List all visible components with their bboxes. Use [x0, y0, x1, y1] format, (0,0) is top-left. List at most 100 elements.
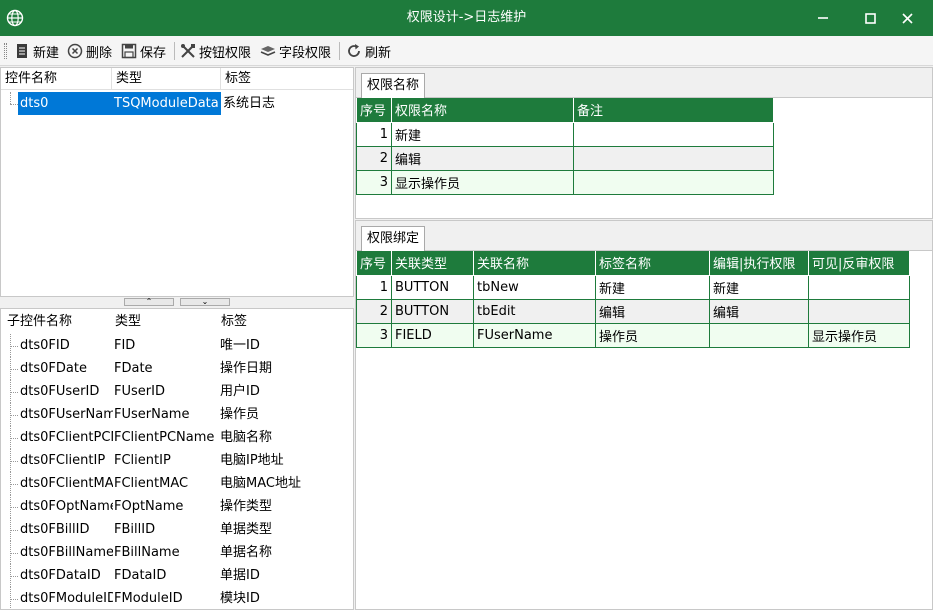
permission-name-tabstrip: 权限名称 — [356, 68, 932, 98]
column-header-remark[interactable]: 备注 — [573, 98, 774, 123]
child-cell-name: dts0FModuleID — [20, 591, 113, 606]
table-row[interactable]: 2 BUTTON tbEdit 编辑 编辑 — [356, 298, 910, 324]
cell-remark[interactable] — [573, 145, 774, 171]
child-cell-name: dts0FUserID — [20, 384, 100, 399]
column-header-no[interactable]: 序号 — [356, 251, 392, 276]
close-button[interactable] — [885, 0, 929, 36]
title-bar: 权限设计->日志维护 — [0, 0, 933, 36]
column-header-no[interactable]: 序号 — [356, 98, 392, 123]
column-header-link-type[interactable]: 关联类型 — [391, 251, 474, 276]
splitter-down-arrow-icon[interactable]: ⌄ — [180, 298, 230, 306]
child-cell-type: FUserID — [114, 384, 165, 399]
cell-no: 2 — [356, 298, 392, 324]
new-button[interactable]: 新建 — [14, 40, 59, 62]
list-item[interactable]: dts0FUserID FUserID 用户ID — [1, 380, 353, 403]
cell-link-name[interactable]: tbNew — [473, 274, 596, 300]
column-header-child-name[interactable]: 子控件名称 — [3, 309, 111, 335]
cell-edit-exec[interactable]: 编辑 — [709, 298, 809, 324]
column-header-label[interactable]: 标签 — [221, 68, 355, 90]
cell-edit-exec[interactable]: 新建 — [709, 274, 809, 300]
column-header-control-name[interactable]: 控件名称 — [1, 68, 112, 90]
table-row[interactable]: 2 编辑 — [356, 145, 774, 171]
column-header-child-type[interactable]: 类型 — [111, 309, 217, 335]
tree-connector — [10, 553, 18, 554]
child-cell-type: FDataID — [114, 568, 167, 583]
cell-permission-name[interactable]: 编辑 — [391, 145, 574, 171]
cell-visible-unaudit[interactable] — [808, 298, 910, 324]
list-item[interactable]: dts0FBillName FBillName 单据名称 — [1, 541, 353, 564]
cell-tag-name[interactable]: 新建 — [595, 274, 710, 300]
child-cell-label: 单据名称 — [220, 545, 273, 560]
cell-tag-name[interactable]: 操作员 — [595, 322, 710, 348]
splitter-up-arrow-icon[interactable]: ⌃ — [124, 298, 174, 306]
table-row[interactable]: 3 FIELD FUserName 操作员 显示操作员 — [356, 322, 910, 348]
save-button[interactable]: 保存 — [121, 40, 166, 62]
list-item[interactable]: dts0FID FID 唯一ID — [1, 334, 353, 357]
cell-no: 1 — [356, 274, 392, 300]
refresh-button[interactable]: 刷新 — [346, 40, 391, 62]
control-tree[interactable]: 控件名称 类型 标签 dts0 TSQModuleData 系统日志 — [0, 67, 354, 297]
list-item[interactable]: dts0FDataID FDataID 单据ID — [1, 564, 353, 587]
list-item[interactable]: dts0FUserNam FUserName 操作员 — [1, 403, 353, 426]
toolbar-grip[interactable] — [4, 43, 7, 59]
cell-permission-name[interactable]: 显示操作员 — [391, 169, 574, 195]
cell-permission-name[interactable]: 新建 — [391, 121, 574, 147]
tree-cell-type: TSQModuleData — [112, 92, 221, 115]
minimize-button[interactable] — [801, 0, 845, 36]
permission-name-table[interactable]: 序号 权限名称 备注 1 新建 2 编辑 3 显示操作员 — [356, 98, 774, 195]
cell-edit-exec[interactable] — [709, 322, 809, 348]
cell-link-name[interactable]: FUserName — [473, 322, 596, 348]
cell-link-name[interactable]: tbEdit — [473, 298, 596, 324]
column-header-edit-exec[interactable]: 编辑|执行权限 — [709, 251, 809, 276]
cell-tag-name[interactable]: 编辑 — [595, 298, 710, 324]
child-cell-label: 单据ID — [220, 568, 260, 583]
cell-visible-unaudit[interactable]: 显示操作员 — [808, 322, 910, 348]
list-item[interactable]: dts0FBillID FBillID 单据类型 — [1, 518, 353, 541]
child-control-list[interactable]: 子控件名称 类型 标签 dts0FID FID 唯一ID dts0FDate FDate… — [0, 308, 354, 610]
list-item[interactable]: dts0FDate FDate 操作日期 — [1, 357, 353, 380]
save-button-label: 保存 — [140, 45, 167, 61]
column-header-link-name[interactable]: 关联名称 — [473, 251, 596, 276]
column-header-visible-unaudit[interactable]: 可见|反审权限 — [808, 251, 910, 276]
child-cell-type: FModuleID — [114, 591, 183, 606]
cell-remark[interactable] — [573, 121, 774, 147]
child-cell-type: FID — [114, 338, 136, 353]
list-item[interactable]: dts0FOptName FOptName 操作类型 — [1, 495, 353, 518]
tab-permission-name[interactable]: 权限名称 — [361, 73, 426, 98]
column-header-child-label[interactable]: 标签 — [217, 309, 347, 335]
tree-cell-name: dts0 — [18, 92, 112, 115]
cell-link-type[interactable]: BUTTON — [391, 274, 474, 300]
tree-row[interactable]: dts0 TSQModuleData 系统日志 — [1, 92, 353, 115]
cell-visible-unaudit[interactable] — [808, 274, 910, 300]
list-item[interactable]: dts0FModuleID FModuleID 模块ID — [1, 587, 353, 609]
column-header-permission-name[interactable]: 权限名称 — [391, 98, 574, 123]
table-row[interactable]: 1 BUTTON tbNew 新建 新建 — [356, 274, 910, 300]
tree-connector — [10, 576, 18, 577]
table-row[interactable]: 3 显示操作员 — [356, 169, 774, 195]
tab-permission-bind[interactable]: 权限绑定 — [361, 226, 426, 251]
child-cell-label: 用户ID — [220, 384, 260, 399]
cell-link-type[interactable]: FIELD — [391, 322, 474, 348]
child-cell-name: dts0FID — [20, 338, 70, 353]
child-cell-label: 电脑MAC地址 — [220, 476, 301, 491]
field-permission-button[interactable]: 字段权限 — [260, 40, 331, 62]
button-permission-label: 按钮权限 — [199, 45, 252, 61]
list-item[interactable]: dts0FClientIP FClientIP 电脑IP地址 — [1, 449, 353, 472]
delete-button[interactable]: 删除 — [67, 40, 112, 62]
child-cell-label: 唯一ID — [220, 338, 260, 353]
permission-bind-table[interactable]: 序号 关联类型 关联名称 标签名称 编辑|执行权限 可见|反审权限 1 BUTTO… — [356, 251, 910, 348]
child-control-header: 子控件名称 类型 标签 — [1, 309, 353, 335]
close-icon — [901, 12, 913, 24]
table-row[interactable]: 1 新建 — [356, 121, 774, 147]
vertical-splitter[interactable]: ⌃ ⌄ — [124, 298, 230, 306]
cell-link-type[interactable]: BUTTON — [391, 298, 474, 324]
list-item[interactable]: dts0FClientPCN FClientPCName 电脑名称 — [1, 426, 353, 449]
column-header-type[interactable]: 类型 — [112, 68, 221, 90]
child-cell-label: 操作日期 — [220, 361, 273, 376]
column-header-tag-name[interactable]: 标签名称 — [595, 251, 710, 276]
list-item[interactable]: dts0FClientMA FClientMAC 电脑MAC地址 — [1, 472, 353, 495]
child-cell-label: 单据类型 — [220, 522, 273, 537]
delete-button-label: 删除 — [86, 45, 113, 61]
button-permission-button[interactable]: 按钮权限 — [180, 40, 251, 62]
cell-remark[interactable] — [573, 169, 774, 195]
